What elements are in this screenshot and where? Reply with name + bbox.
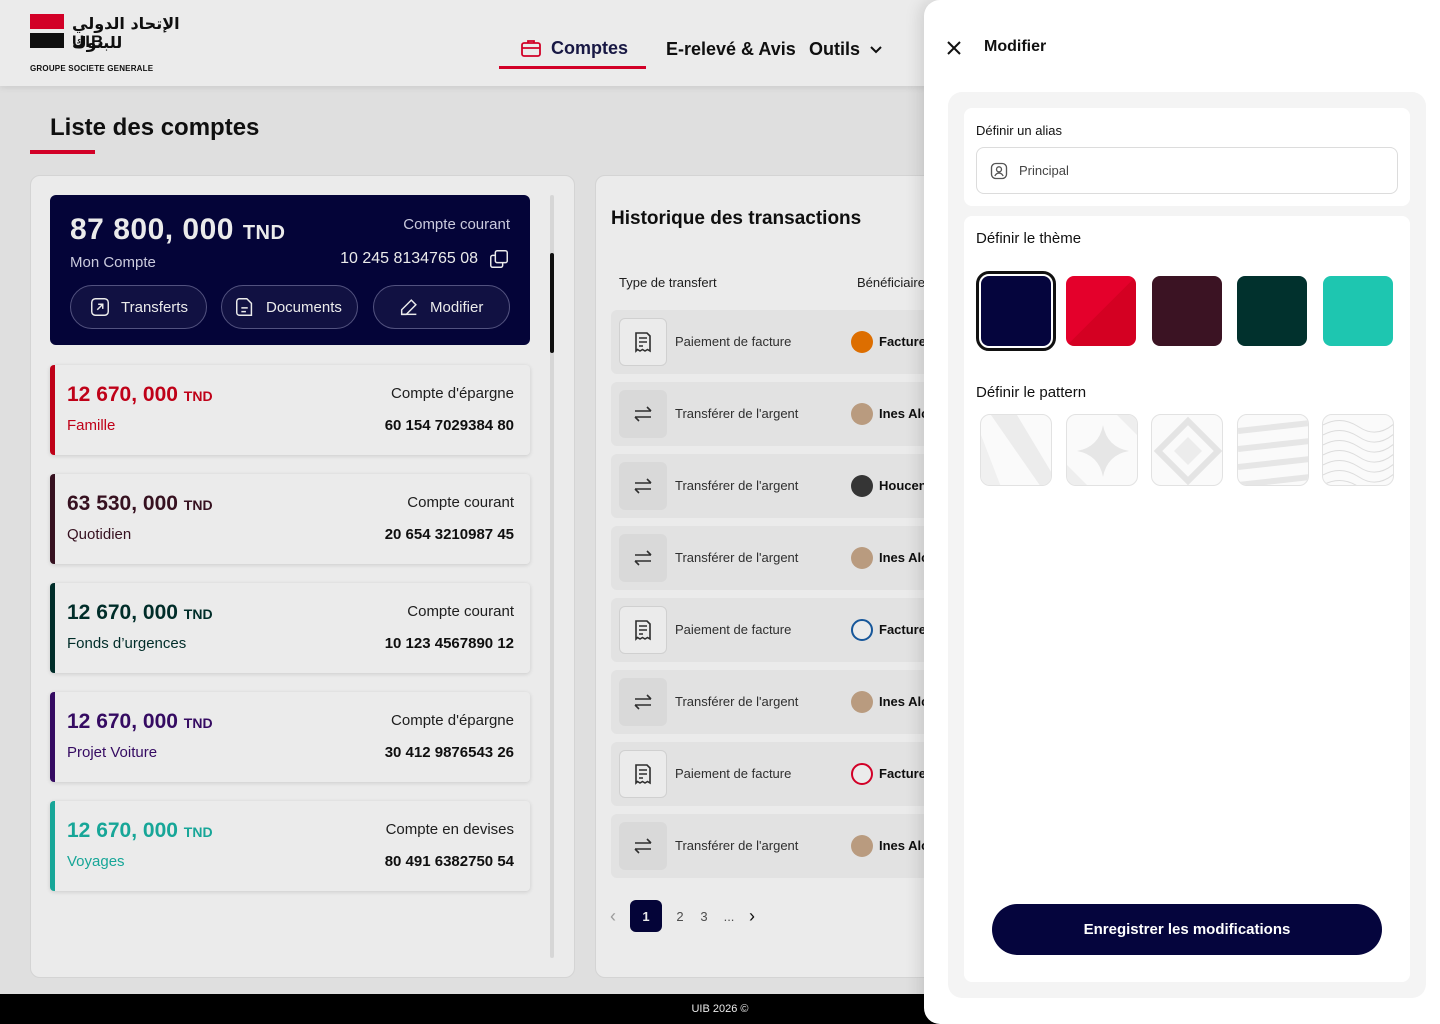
close-icon[interactable] <box>944 38 964 58</box>
alias-input[interactable] <box>1019 163 1379 178</box>
pattern-option-diagonal[interactable] <box>980 414 1052 486</box>
pattern-option-wave[interactable] <box>1322 414 1394 486</box>
alias-field[interactable] <box>976 147 1398 194</box>
alias-label: Définir un alias <box>976 123 1062 138</box>
drawer-title: Modifier <box>984 38 1047 55</box>
stripes-pattern-icon <box>1238 420 1308 485</box>
pattern-option-stripes[interactable] <box>1237 414 1309 486</box>
pattern-option-diamond[interactable] <box>1151 414 1223 486</box>
theme-swatch[interactable] <box>1323 276 1393 346</box>
user-badge-icon <box>990 162 1008 179</box>
theme-swatch[interactable] <box>1066 276 1136 346</box>
pattern-label: Définir le pattern <box>976 384 1087 401</box>
theme-swatch[interactable] <box>1237 276 1307 346</box>
theme-label: Définir le thème <box>976 230 1082 247</box>
theme-swatch[interactable] <box>976 271 1056 351</box>
save-changes-button[interactable]: Enregistrer les modifications <box>992 904 1382 955</box>
pattern-option-star[interactable] <box>1066 414 1138 486</box>
wave-pattern-icon <box>1323 420 1393 485</box>
diamond-pattern-icon <box>1153 416 1222 485</box>
diagonal-pattern-icon <box>981 415 1051 485</box>
theme-swatch[interactable] <box>1152 276 1222 346</box>
star-pattern-icon <box>1067 415 1137 485</box>
